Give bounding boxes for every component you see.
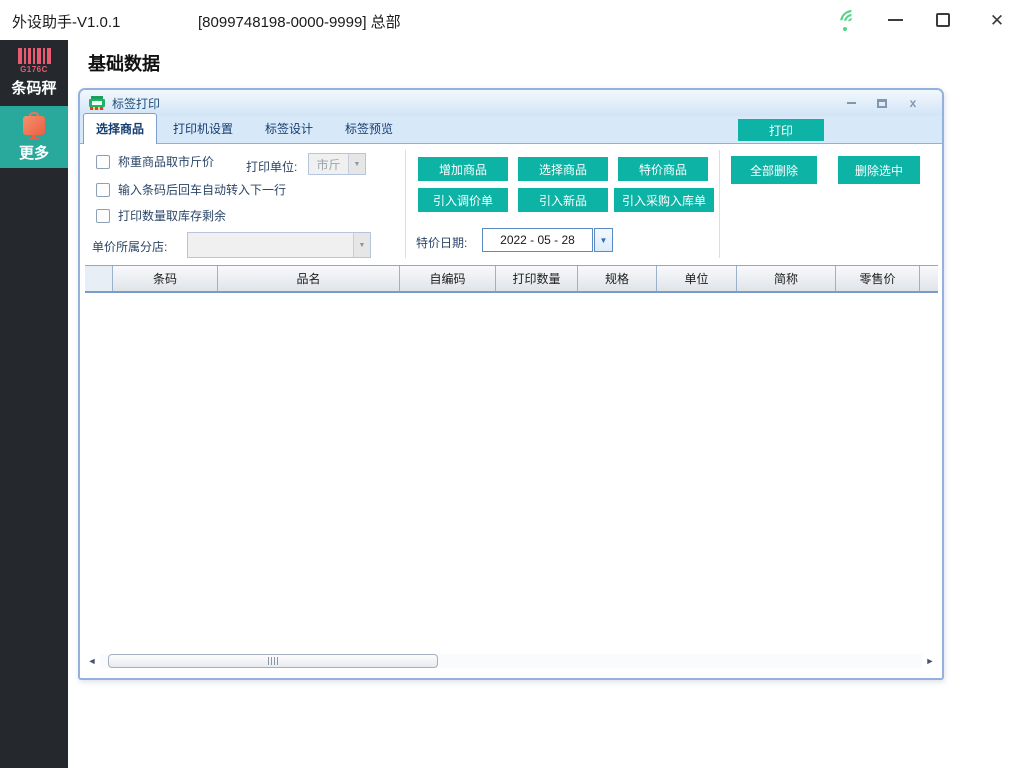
tab-label-preview[interactable]: 标签预览 [329,114,409,144]
print-button[interactable]: 打印 [738,119,824,141]
checkbox-label: 输入条码后回车自动转入下一行 [118,181,286,198]
sidebar-item-label: 条码秤 [0,77,68,98]
sidebar-item-more[interactable]: 更多 [0,106,68,168]
import-purchase-inbound-button[interactable]: 引入采购入库单 [614,188,714,212]
checkbox[interactable] [96,209,110,223]
filter-section: 称重商品取市斤价 输入条码后回车自动转入下一行 打印数量取库存剩余 打印单位: … [80,144,942,265]
delete-all-button[interactable]: 全部删除 [731,156,817,184]
special-price-goods-button[interactable]: 特价商品 [618,157,708,181]
option-qty-from-stock[interactable]: 打印数量取库存剩余 [96,207,226,224]
label-print-dialog: 标签打印 x 选择商品 打印机设置 标签设计 标签预览 打印 称重商品取市斤价 … [78,88,944,680]
minimize-icon [847,102,856,104]
table-header-indicator [85,266,113,291]
table-header-spec[interactable]: 规格 [578,266,657,291]
tab-content: 称重商品取市斤价 输入条码后回车自动转入下一行 打印数量取库存剩余 打印单位: … [80,144,942,677]
page-title: 基础数据 [88,50,160,76]
date-dropdown-button[interactable]: ▼ [594,228,613,252]
dialog-minimize-button[interactable] [843,96,859,110]
divider [405,150,406,258]
network-signal-icon [840,10,864,32]
goods-table: 条码 品名 自编码 打印数量 规格 单位 简称 零售价 [85,265,938,654]
tab-select-goods[interactable]: 选择商品 [83,113,157,145]
divider [719,150,720,258]
printer-icon [89,96,105,110]
branch-select[interactable]: ▼ [187,232,371,258]
print-unit-label: 打印单位: [246,158,297,175]
barcode-icon [0,48,68,64]
device-code: G176C [0,65,68,74]
option-weighted-price[interactable]: 称重商品取市斤价 [96,153,214,170]
table-header-overflow [920,266,938,291]
tab-printer-settings[interactable]: 打印机设置 [157,114,249,144]
tab-label-design[interactable]: 标签设计 [249,114,329,144]
chevron-down-icon: ▼ [600,236,608,245]
table-body-empty[interactable] [85,293,938,654]
bag-icon [22,112,46,140]
option-enter-next-line[interactable]: 输入条码后回车自动转入下一行 [96,181,286,198]
checkbox[interactable] [96,183,110,197]
sidebar-item-barcode-scale[interactable]: G176C 条码秤 [0,40,68,106]
special-date-input[interactable]: 2022 - 05 - 28 [482,228,593,252]
import-new-goods-button[interactable]: 引入新品 [518,188,608,212]
close-icon: ✕ [990,12,1004,29]
table-header-unit[interactable]: 单位 [657,266,737,291]
delete-selected-button[interactable]: 删除选中 [838,156,920,184]
special-date-label: 特价日期: [416,234,467,251]
checkbox[interactable] [96,155,110,169]
select-goods-button[interactable]: 选择商品 [518,157,608,181]
scroll-left-button[interactable]: ◄ [86,653,98,669]
print-unit-value: 市斤 [309,156,348,173]
table-header-print-qty[interactable]: 打印数量 [496,266,578,291]
app-close-button[interactable]: ✕ [984,8,1010,32]
scrollbar-track[interactable] [100,654,922,668]
sidebar: G176C 条码秤 更多 [0,40,68,768]
table-header-short-name[interactable]: 简称 [737,266,836,291]
dialog-titlebar[interactable]: 标签打印 x [80,90,942,116]
table-header-retail-price[interactable]: 零售价 [836,266,920,291]
maximize-icon [936,13,950,27]
dialog-tabbar: 选择商品 打印机设置 标签设计 标签预览 打印 [80,116,942,144]
table-header-barcode[interactable]: 条码 [113,266,218,291]
maximize-icon [877,99,887,108]
dialog-maximize-button[interactable] [874,96,890,110]
dialog-title: 标签打印 [112,95,160,112]
table-header-row: 条码 品名 自编码 打印数量 规格 单位 简称 零售价 [85,265,938,293]
app-minimize-button[interactable] [882,8,908,32]
table-header-custom-code[interactable]: 自编码 [400,266,496,291]
minimize-icon [888,19,903,21]
checkbox-label: 打印数量取库存剩余 [118,207,226,224]
app-subtitle: [8099748198-0000-9999] 总部 [198,11,401,32]
sidebar-item-label: 更多 [0,142,68,163]
add-goods-button[interactable]: 增加商品 [418,157,508,181]
scrollbar-thumb[interactable] [108,654,438,668]
dialog-window-controls: x [843,96,933,110]
app-maximize-button[interactable] [930,8,956,32]
app-titlebar: 外设助手-V1.0.1 [8099748198-0000-9999] 总部 ✕ [0,0,1024,40]
scroll-right-button[interactable]: ► [924,653,936,669]
horizontal-scrollbar: ◄ ► [86,653,936,669]
app-title: 外设助手-V1.0.1 [12,11,120,32]
import-price-adjust-button[interactable]: 引入调价单 [418,188,508,212]
close-icon: x [910,97,917,109]
print-unit-select[interactable]: 市斤 ▼ [308,153,366,175]
branch-label: 单价所属分店: [92,238,167,255]
checkbox-label: 称重商品取市斤价 [118,153,214,170]
chevron-down-icon[interactable]: ▼ [348,154,365,174]
chevron-down-icon[interactable]: ▼ [353,233,370,257]
table-header-name[interactable]: 品名 [218,266,400,291]
dialog-close-button[interactable]: x [905,96,921,110]
